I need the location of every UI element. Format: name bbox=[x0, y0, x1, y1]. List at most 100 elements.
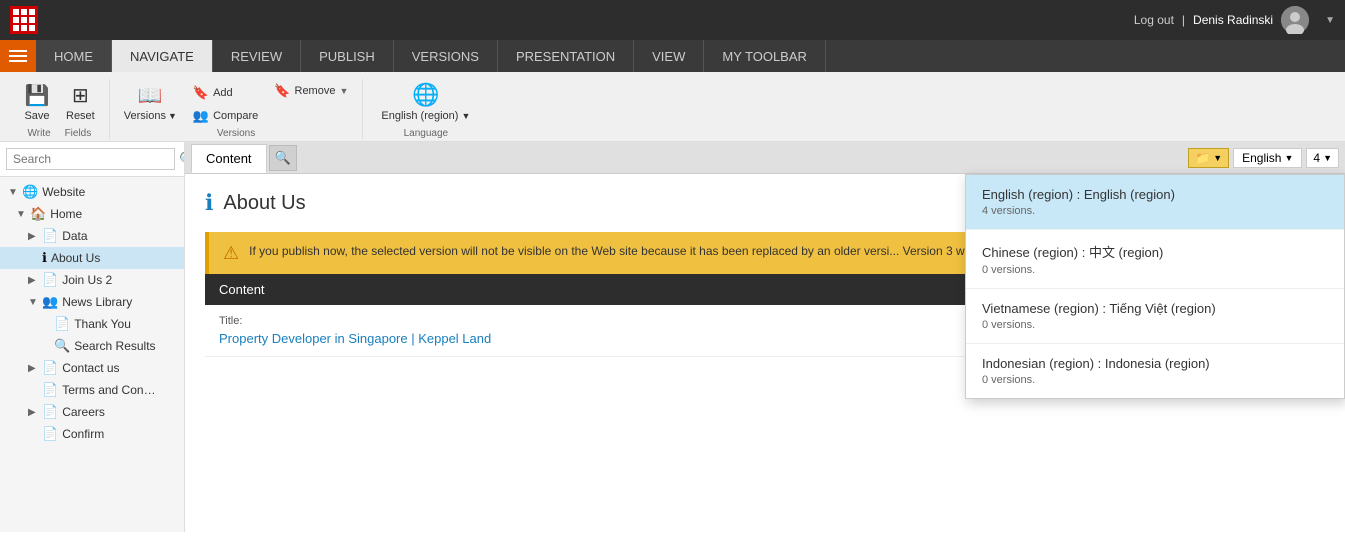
top-bar-left bbox=[10, 6, 38, 34]
add-icon: 🔖 bbox=[193, 85, 209, 101]
tree-arrow-icon: ▼ bbox=[8, 187, 18, 198]
avatar[interactable] bbox=[1281, 6, 1309, 34]
app-icon[interactable] bbox=[10, 6, 38, 34]
tree-arrow-icon bbox=[40, 319, 50, 330]
dropdown-item-title: Chinese (region) : 中文 (region) bbox=[982, 242, 1328, 261]
tab-presentation[interactable]: PRESENTATION bbox=[498, 40, 634, 72]
warning-text: If you publish now, the selected version… bbox=[249, 242, 1089, 260]
remove-arrow-icon: ▼ bbox=[339, 86, 348, 96]
tree-arrow-icon: ▼ bbox=[16, 209, 26, 220]
tab-home[interactable]: HOME bbox=[36, 40, 112, 72]
tree-arrow-icon: ▶ bbox=[28, 231, 38, 242]
page-icon: 📄 bbox=[42, 272, 58, 288]
folder-icon: 📁 bbox=[1195, 151, 1210, 165]
ribbon-group-language: 🌐 English (region) ▼ Language bbox=[363, 78, 488, 139]
tree-item-join-us[interactable]: ▶ 📄 Join Us 2 bbox=[0, 269, 184, 291]
page-icon: 📄 bbox=[42, 228, 58, 244]
dropdown-arrow-icon[interactable]: ▼ bbox=[1317, 6, 1335, 34]
tab-view[interactable]: VIEW bbox=[634, 40, 704, 72]
dropdown-item-sub: 0 versions. bbox=[982, 319, 1328, 331]
search-input[interactable] bbox=[6, 148, 175, 170]
tree-item-terms[interactable]: 📄 Terms and Conditi... bbox=[0, 379, 184, 401]
tree-arrow-icon: ▶ bbox=[28, 407, 38, 418]
ribbon-group-versions-label: Versions bbox=[217, 128, 255, 139]
info-icon: ℹ bbox=[42, 250, 47, 266]
add-compare-group: 🔖 Add 👥 Compare bbox=[187, 83, 264, 126]
top-bar: Log out | Denis Radinski ▼ bbox=[0, 0, 1345, 40]
hamburger-icon bbox=[9, 50, 27, 62]
tree-item-thank-you[interactable]: 📄 Thank You bbox=[0, 313, 184, 335]
save-icon: 💾 bbox=[25, 83, 50, 108]
tab-publish[interactable]: PUBLISH bbox=[301, 40, 394, 72]
divider: | bbox=[1182, 13, 1185, 27]
warning-icon: ⚠ bbox=[223, 243, 239, 264]
tree-arrow-icon: ▶ bbox=[28, 363, 38, 374]
tree-item-home[interactable]: ▼ 🏠 Home bbox=[0, 203, 184, 225]
tree-arrow-icon bbox=[40, 341, 50, 352]
language-selector[interactable]: English ▼ bbox=[1233, 148, 1302, 168]
remove-icon: 🔖 bbox=[274, 83, 290, 99]
dropdown-item-vietnamese[interactable]: Vietnamese (region) : Tiếng Việt (region… bbox=[966, 289, 1344, 344]
tab-my-toolbar[interactable]: MY TOOLBAR bbox=[704, 40, 826, 72]
reset-button[interactable]: ⊞ Reset bbox=[60, 79, 101, 126]
folder-arrow-icon: ▼ bbox=[1213, 153, 1222, 163]
tree-label: Home bbox=[50, 207, 82, 221]
search-icon: 🔍 bbox=[54, 338, 70, 354]
ribbon-group-write-label: Write Fields bbox=[28, 128, 92, 139]
dropdown-item-chinese[interactable]: Chinese (region) : 中文 (region) 0 version… bbox=[966, 230, 1344, 289]
ribbon-group-language-label: Language bbox=[404, 128, 449, 139]
versions-arrow-icon: ▼ bbox=[168, 111, 177, 121]
compare-button[interactable]: 👥 Compare bbox=[187, 106, 264, 126]
versions-folder-selector[interactable]: 📁 ▼ bbox=[1188, 148, 1229, 168]
tree-item-news-library[interactable]: ▼ 👥 News Library bbox=[0, 291, 184, 313]
info-circle-icon: ℹ bbox=[205, 190, 213, 216]
tree-item-about-us[interactable]: ℹ About Us bbox=[0, 247, 184, 269]
tab-review[interactable]: REVIEW bbox=[213, 40, 301, 72]
page-icon: 📄 bbox=[42, 426, 58, 442]
dropdown-item-sub: 0 versions. bbox=[982, 374, 1328, 386]
number-selector[interactable]: 4 ▼ bbox=[1306, 148, 1339, 168]
tree-item-search-results[interactable]: 🔍 Search Results bbox=[0, 335, 184, 357]
dropdown-item-sub: 4 versions. bbox=[982, 205, 1328, 217]
dropdown-item-indonesian[interactable]: Indonesian (region) : Indonesia (region)… bbox=[966, 344, 1344, 398]
versions-toolbar: 📁 ▼ English ▼ 4 ▼ bbox=[965, 142, 1345, 174]
versions-icon: 📖 bbox=[138, 83, 163, 108]
tree-arrow-icon bbox=[28, 385, 38, 396]
dropdown-item-english[interactable]: English (region) : English (region) 4 ve… bbox=[966, 175, 1344, 230]
tree-item-careers[interactable]: ▶ 📄 Careers bbox=[0, 401, 184, 423]
logout-button[interactable]: Log out bbox=[1134, 13, 1174, 27]
tree-item-contact-us[interactable]: ▶ 📄 Contact us bbox=[0, 357, 184, 379]
sidebar: 🔍 ▼ ▼ 🌐 Website ▼ 🏠 Home ▶ 📄 Data bbox=[0, 142, 185, 532]
tab-versions[interactable]: VERSIONS bbox=[394, 40, 498, 72]
ribbon: 💾 Save ⊞ Reset Write Fields 📖 Versions ▼ bbox=[0, 72, 1345, 142]
versions-button[interactable]: 📖 Versions ▼ bbox=[118, 79, 183, 126]
page-icon: 📄 bbox=[42, 382, 58, 398]
tree-label: News Library bbox=[62, 295, 132, 309]
tree-arrow-icon: ▶ bbox=[28, 275, 38, 286]
home-icon: 🏠 bbox=[30, 206, 46, 222]
globe-icon: 🌐 bbox=[412, 82, 439, 108]
tree-item-website[interactable]: ▼ 🌐 Website bbox=[0, 181, 184, 203]
dropdown-item-sub: 0 versions. bbox=[982, 264, 1328, 276]
tab-search-button[interactable]: 🔍 bbox=[269, 145, 297, 171]
dropdown-item-title: Indonesian (region) : Indonesia (region) bbox=[982, 356, 1328, 371]
remove-button[interactable]: 🔖 Remove ▼ bbox=[268, 81, 354, 101]
page-icon: 📄 bbox=[42, 360, 58, 376]
save-button[interactable]: 💾 Save bbox=[18, 79, 56, 126]
add-button[interactable]: 🔖 Add bbox=[187, 83, 264, 103]
tree-label: Terms and Conditi... bbox=[62, 383, 162, 397]
main-area: 🔍 ▼ ▼ 🌐 Website ▼ 🏠 Home ▶ 📄 Data bbox=[0, 142, 1345, 532]
language-button[interactable]: 🌐 English (region) ▼ bbox=[371, 78, 480, 126]
tab-navigate[interactable]: NAVIGATE bbox=[112, 40, 213, 72]
hamburger-button[interactable] bbox=[0, 40, 36, 72]
tree-label: Thank You bbox=[74, 317, 131, 331]
tab-content[interactable]: Content bbox=[191, 144, 267, 173]
tree-item-confirm[interactable]: 📄 Confirm bbox=[0, 423, 184, 445]
page-title: About Us bbox=[223, 192, 305, 215]
tree-label: Search Results bbox=[74, 339, 155, 353]
ribbon-group-write: 💾 Save ⊞ Reset Write Fields bbox=[10, 79, 110, 139]
reset-icon: ⊞ bbox=[72, 83, 89, 108]
top-bar-right: Log out | Denis Radinski ▼ bbox=[1134, 6, 1335, 34]
tree-item-data[interactable]: ▶ 📄 Data bbox=[0, 225, 184, 247]
compare-icon: 👥 bbox=[193, 108, 209, 124]
